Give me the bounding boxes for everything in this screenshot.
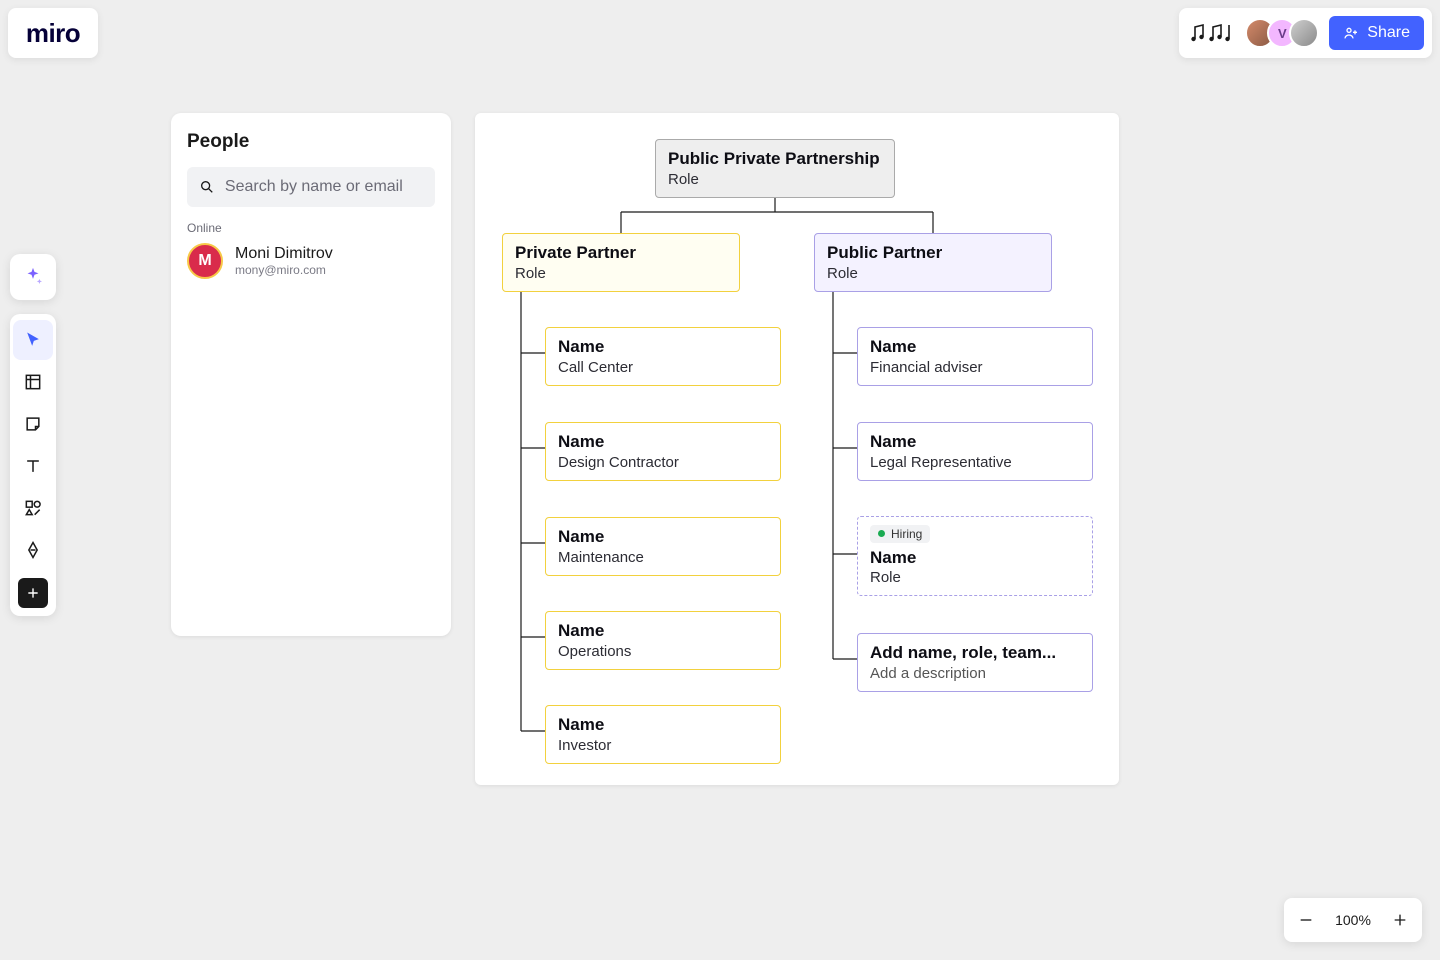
node-title: Name xyxy=(558,715,768,735)
minus-icon xyxy=(1298,912,1314,928)
online-label: Online xyxy=(187,221,435,235)
zoom-controls: 100% xyxy=(1284,898,1422,942)
node-title: Name xyxy=(870,548,1080,568)
node-title: Name xyxy=(870,337,1080,357)
canvas-frame[interactable]: Public Private Partnership Role Private … xyxy=(475,113,1119,785)
node-title: Private Partner xyxy=(515,243,727,263)
node-subtitle: Role xyxy=(668,171,882,188)
node-subtitle: Financial adviser xyxy=(870,359,1080,376)
org-node-private-child[interactable]: Name Maintenance xyxy=(545,517,781,576)
tool-ai[interactable] xyxy=(10,254,56,300)
people-panel: People Online M Moni Dimitrov mony@miro.… xyxy=(171,113,451,636)
cursor-icon xyxy=(23,330,43,350)
zoom-in-button[interactable] xyxy=(1378,898,1422,942)
search-wrap[interactable] xyxy=(187,167,435,207)
node-title: Add name, role, team... xyxy=(870,643,1080,663)
list-item[interactable]: M Moni Dimitrov mony@miro.com xyxy=(187,243,435,279)
org-node-private-child[interactable]: Name Call Center xyxy=(545,327,781,386)
tool-frame[interactable] xyxy=(13,362,53,402)
frame-icon xyxy=(23,372,43,392)
shapes-icon xyxy=(23,498,43,518)
node-title: Name xyxy=(558,432,768,452)
share-button[interactable]: Share xyxy=(1329,16,1424,50)
node-subtitle: Legal Representative xyxy=(870,454,1080,471)
tool-shapes[interactable] xyxy=(13,488,53,528)
person-name: Moni Dimitrov xyxy=(235,245,333,263)
share-label: Share xyxy=(1367,24,1410,42)
sparkle-icon xyxy=(22,266,44,288)
top-right-bar: V Share xyxy=(1179,8,1432,58)
node-title: Public Private Partnership xyxy=(668,149,882,169)
node-subtitle: Maintenance xyxy=(558,549,768,566)
people-title: People xyxy=(187,131,435,153)
org-node-hiring[interactable]: Hiring Name Role xyxy=(857,516,1093,596)
zoom-level[interactable]: 100% xyxy=(1328,912,1378,928)
app-logo[interactable]: miro xyxy=(8,8,98,58)
hiring-label: Hiring xyxy=(891,527,922,541)
plus-icon xyxy=(1392,912,1408,928)
plus-icon xyxy=(26,586,40,600)
pen-icon xyxy=(23,540,43,560)
node-subtitle: Role xyxy=(827,265,1039,282)
org-node-add-placeholder[interactable]: Add name, role, team... Add a descriptio… xyxy=(857,633,1093,692)
org-node-public-child[interactable]: Name Financial adviser xyxy=(857,327,1093,386)
node-subtitle: Add a description xyxy=(870,665,1080,682)
node-title: Name xyxy=(870,432,1080,452)
left-toolbar xyxy=(10,314,56,616)
org-node-private-child[interactable]: Name Operations xyxy=(545,611,781,670)
avatar xyxy=(1289,18,1319,48)
search-icon xyxy=(199,178,215,196)
status-dot-icon xyxy=(878,530,885,537)
hiring-badge: Hiring xyxy=(870,525,930,543)
org-node-public-partner[interactable]: Public Partner Role xyxy=(814,233,1052,292)
node-subtitle: Role xyxy=(870,569,1080,586)
org-node-private-partner[interactable]: Private Partner Role xyxy=(502,233,740,292)
tool-text[interactable] xyxy=(13,446,53,486)
avatar-stack[interactable]: V xyxy=(1245,18,1319,48)
tool-add[interactable] xyxy=(18,578,48,608)
tool-pen[interactable] xyxy=(13,530,53,570)
node-title: Name xyxy=(558,621,768,641)
tool-sticky[interactable] xyxy=(13,404,53,444)
search-input[interactable] xyxy=(225,178,423,196)
node-title: Name xyxy=(558,337,768,357)
org-node-private-child[interactable]: Name Design Contractor xyxy=(545,422,781,481)
node-title: Public Partner xyxy=(827,243,1039,263)
node-subtitle: Design Contractor xyxy=(558,454,768,471)
person-email: mony@miro.com xyxy=(235,263,333,277)
people-plus-icon xyxy=(1343,25,1359,41)
node-subtitle: Role xyxy=(515,265,727,282)
org-node-root[interactable]: Public Private Partnership Role xyxy=(655,139,895,198)
org-node-private-child[interactable]: Name Investor xyxy=(545,705,781,764)
logo-text: miro xyxy=(26,18,80,49)
tool-select[interactable] xyxy=(13,320,53,360)
music-notes-icon[interactable] xyxy=(1187,18,1235,48)
avatar: M xyxy=(187,243,223,279)
text-icon xyxy=(23,456,43,476)
node-subtitle: Investor xyxy=(558,737,768,754)
org-node-public-child[interactable]: Name Legal Representative xyxy=(857,422,1093,481)
node-subtitle: Operations xyxy=(558,643,768,660)
zoom-out-button[interactable] xyxy=(1284,898,1328,942)
node-subtitle: Call Center xyxy=(558,359,768,376)
node-title: Name xyxy=(558,527,768,547)
sticky-icon xyxy=(23,414,43,434)
